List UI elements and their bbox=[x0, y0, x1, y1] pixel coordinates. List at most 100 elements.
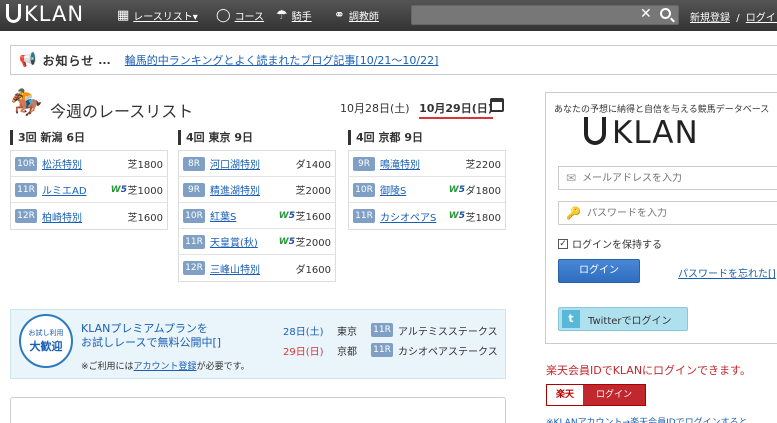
race-number: 12R bbox=[183, 261, 205, 275]
remember-checkbox[interactable]: ✓ bbox=[558, 238, 568, 249]
twitter-icon: t bbox=[562, 310, 580, 328]
race-name[interactable]: 松浜特別 bbox=[42, 156, 82, 171]
search-box: ✕ bbox=[411, 5, 679, 25]
forgot-password-link[interactable]: パスワードを忘れた[] bbox=[678, 265, 776, 280]
trial-race-row[interactable]: 29日(日) 京都 11R カシオペアステークス bbox=[283, 340, 498, 360]
race-name[interactable]: 河口湖特別 bbox=[210, 156, 260, 171]
top-navigation-bar: KLAN ▦ レースリスト▾ ◯ コース ☂ 騎手 ⚭ 調教師 ✕ 新規登録 /… bbox=[0, 0, 777, 31]
race-row[interactable]: 8R 河口湖特別 ダ1400 bbox=[179, 151, 335, 177]
register-link[interactable]: 新規登録 bbox=[690, 13, 730, 24]
win5-badge: W5 bbox=[278, 236, 295, 247]
calendar-icon: ▦ bbox=[117, 8, 130, 23]
race-course: ダ1600 bbox=[295, 264, 331, 276]
login-button[interactable]: ログイン bbox=[558, 259, 640, 283]
race-row[interactable]: 11R ルミエAD WW55芝1000 bbox=[11, 177, 167, 203]
login-link[interactable]: ログイン bbox=[746, 13, 777, 24]
tagline: あなたの予想に納得と自信を与える競馬データベース bbox=[554, 105, 770, 115]
race-name[interactable]: 御陵S bbox=[380, 182, 406, 197]
race-name: カシオペアステークス bbox=[398, 346, 498, 358]
rakuten-login-button[interactable]: 楽天 ログイン bbox=[546, 384, 646, 406]
search-icon[interactable] bbox=[660, 8, 671, 19]
race-row[interactable]: 10R 御陵S W5 ダ1800 bbox=[349, 177, 505, 203]
rakuten-logo: 楽天 bbox=[547, 385, 583, 405]
remember-login[interactable]: ✓ ログインを保持する bbox=[558, 236, 662, 251]
race-number: 11R bbox=[371, 323, 393, 337]
race-name[interactable]: 鳴滝特別 bbox=[380, 156, 420, 171]
date-saturday[interactable]: 10月28日(土) bbox=[340, 102, 410, 115]
rakuten-message: 楽天会員IDでKLANにログインできます。 bbox=[546, 364, 751, 377]
race-name[interactable]: 天皇賞(秋) bbox=[210, 234, 258, 249]
race-list-header: 🏇 今週のレースリスト 10月28日(土) 10月29日(日) bbox=[10, 88, 510, 124]
twitter-login-button[interactable]: t Twitterでログイン bbox=[558, 307, 688, 331]
email-input[interactable] bbox=[582, 172, 773, 184]
win5-badge: W5 bbox=[448, 184, 465, 195]
venue-tokyo: 4回 東京 9日 8R 河口湖特別 ダ1400 9R 精進湖特別 芝2000 10R 紅葉… bbox=[178, 130, 336, 282]
venue-title: 4回 東京 9日 bbox=[178, 130, 336, 145]
account-links: 新規登録 / ログイン bbox=[690, 9, 777, 24]
race-row[interactable]: 9R 鳴滝特別 芝2200 bbox=[349, 151, 505, 177]
race-number: 8R bbox=[183, 156, 205, 171]
race-number: 9R bbox=[183, 182, 205, 197]
jockey-icon: ☂ bbox=[276, 8, 288, 23]
mail-icon: ✉ bbox=[566, 171, 577, 185]
race-name[interactable]: カシオペアS bbox=[380, 209, 436, 224]
race-list-title: 今週のレースリスト bbox=[50, 102, 194, 121]
date-sunday[interactable]: 10月29日(日) bbox=[419, 102, 493, 119]
race-row[interactable]: 9R 精進湖特別 芝2000 bbox=[179, 177, 335, 203]
nav-jockey[interactable]: ☂ 騎手 bbox=[276, 0, 312, 31]
notice-link[interactable]: 輪馬的中ランキングとよく読まれたブログ記事[10/21～10/22] bbox=[125, 52, 439, 68]
rakuten-login-label: ログイン bbox=[583, 385, 645, 405]
account-register-link[interactable]: アカウント登録 bbox=[134, 362, 197, 372]
race-course: 芝2200 bbox=[465, 160, 501, 171]
race-name[interactable]: ルミエAD bbox=[42, 182, 87, 197]
race-number: 11R bbox=[353, 209, 375, 223]
key-icon: 🔑 bbox=[566, 206, 581, 220]
race-number: 10R bbox=[183, 208, 205, 223]
nav-course[interactable]: ◯ コース bbox=[216, 0, 264, 31]
binoculars-icon: ⚭ bbox=[334, 8, 345, 23]
race-number: 12R bbox=[15, 209, 37, 223]
race-row[interactable]: 12R 柏崎特別 芝1600 bbox=[11, 203, 167, 229]
trial-race-row[interactable]: 28日(土) 東京 11R アルテミスステークス bbox=[283, 320, 498, 340]
nav-trainer[interactable]: ⚭ 調教師 bbox=[334, 0, 379, 31]
race-row[interactable]: 11R カシオペアS W5 芝1800 bbox=[349, 203, 505, 229]
login-panel: あなたの予想に納得と自信を与える競馬データベース KLAN ✉ 🔑 ✓ ログイン… bbox=[545, 92, 777, 344]
win5-badge: WW55 bbox=[110, 184, 127, 195]
race-name: アルテミスステークス bbox=[398, 326, 498, 338]
race-number: 10R bbox=[15, 156, 37, 171]
venue-title: 3回 新潟 6日 bbox=[10, 130, 168, 145]
calendar-icon[interactable] bbox=[490, 98, 504, 112]
venue-title: 4回 京都 9日 bbox=[348, 130, 506, 145]
race-row[interactable]: 10R 松浜特別 芝1800 bbox=[11, 151, 167, 177]
race-name[interactable]: 柏崎特別 bbox=[42, 209, 82, 224]
race-row[interactable]: 11R 天皇賞(秋) W5 芝2000 bbox=[179, 229, 335, 255]
password-field[interactable]: 🔑 bbox=[558, 201, 777, 225]
win5-badge: W5 bbox=[278, 210, 295, 221]
rakuten-note: ※KLANアカウント→楽天会員IDでログインすると bbox=[546, 418, 748, 423]
race-table: 10R 松浜特別 芝1800 11R ルミエAD WW55芝1000 12R 柏崎特別 芝1… bbox=[10, 150, 168, 230]
race-row[interactable]: 10R 紅葉S W5 芝1600 bbox=[179, 203, 335, 229]
horseshoe-icon bbox=[6, 4, 21, 23]
clear-icon[interactable]: ✕ bbox=[640, 6, 652, 22]
race-number: 11R bbox=[15, 182, 37, 197]
race-name[interactable]: 紅葉S bbox=[210, 208, 236, 223]
notice-bar: 📢 お知らせ ... 輪馬的中ランキングとよく読まれたブログ記事[10/21～1… bbox=[10, 45, 777, 75]
race-name[interactable]: 三峰山特別 bbox=[210, 261, 260, 276]
race-row[interactable]: 12R 三峰山特別 ダ1600 bbox=[179, 255, 335, 281]
race-table: 8R 河口湖特別 ダ1400 9R 精進湖特別 芝2000 10R 紅葉S W5 芝1600 … bbox=[178, 150, 336, 282]
race-number: 11R bbox=[371, 343, 393, 357]
nav-race-list[interactable]: ▦ レースリスト▾ bbox=[117, 0, 198, 31]
course-icon: ◯ bbox=[216, 8, 231, 23]
password-input[interactable] bbox=[586, 207, 777, 219]
klan-logo[interactable]: KLAN bbox=[6, 2, 84, 26]
race-course: 芝1000 bbox=[127, 186, 163, 197]
email-field[interactable]: ✉ bbox=[558, 166, 777, 190]
megaphone-icon: 📢 bbox=[19, 52, 37, 68]
race-name[interactable]: 精進湖特別 bbox=[210, 182, 260, 197]
trial-races: 28日(土) 東京 11R アルテミスステークス 29日(日) 京都 11R カ… bbox=[283, 320, 498, 360]
search-input[interactable] bbox=[412, 6, 632, 24]
race-number: 11R bbox=[183, 234, 205, 249]
race-table: 9R 鳴滝特別 芝2200 10R 御陵S W5 ダ1800 11R カシオペアS W5 芝18… bbox=[348, 150, 506, 230]
race-course: 芝1600 bbox=[127, 212, 163, 224]
race-course: 芝1800 bbox=[127, 160, 163, 171]
